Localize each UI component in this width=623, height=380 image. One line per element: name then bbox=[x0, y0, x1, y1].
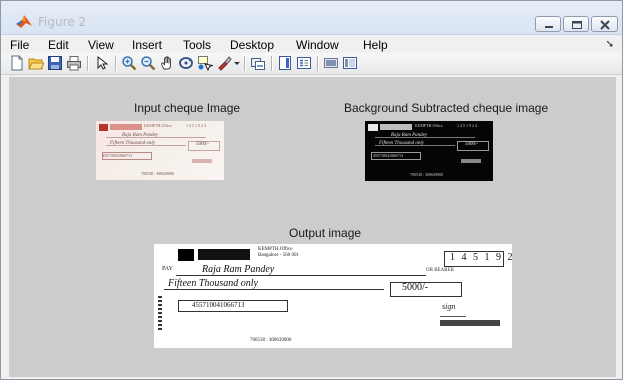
figure-canvas[interactable]: Input cheque Image KEMPTH.Office 1 4 5 1… bbox=[9, 77, 616, 377]
title-bar[interactable]: Figure 2 bbox=[1, 1, 622, 35]
matlab-logo-icon bbox=[15, 13, 33, 29]
toolbar-separator bbox=[271, 56, 273, 71]
menu-overflow-arrow-icon[interactable]: ➘ bbox=[606, 39, 614, 50]
save-figure-icon[interactable] bbox=[47, 55, 63, 71]
toolbar-separator bbox=[115, 56, 117, 71]
show-plot-tools-icon[interactable] bbox=[342, 55, 358, 71]
menu-bar: File Edit View Insert Tools Desktop Wind… bbox=[1, 35, 622, 53]
edit-plot-icon[interactable] bbox=[94, 55, 110, 71]
input-cheque-title: Input cheque Image bbox=[134, 101, 241, 115]
zoom-out-icon[interactable] bbox=[140, 55, 156, 71]
pan-icon[interactable] bbox=[159, 55, 175, 71]
rotate-3d-icon[interactable] bbox=[178, 55, 194, 71]
toolbar-separator bbox=[244, 56, 246, 71]
menu-view[interactable]: View bbox=[88, 38, 114, 52]
close-icon bbox=[600, 20, 610, 30]
minimize-icon bbox=[545, 26, 553, 28]
background-subtracted-title: Background Subtracted cheque image bbox=[344, 101, 549, 115]
menu-insert[interactable]: Insert bbox=[132, 38, 162, 52]
brush-icon[interactable] bbox=[216, 55, 232, 71]
open-file-icon[interactable] bbox=[28, 55, 45, 71]
new-figure-icon[interactable] bbox=[9, 55, 25, 71]
maximize-icon bbox=[572, 21, 582, 29]
output-image-title: Output image bbox=[289, 226, 362, 240]
figure-window: Figure 2 File Edit View Insert Tools Des… bbox=[0, 0, 623, 380]
bank-logo-icon bbox=[368, 124, 378, 131]
toolbar-separator bbox=[87, 56, 89, 71]
menu-tools[interactable]: Tools bbox=[183, 38, 211, 52]
output-image: KEMPTH.Office Bangalore - 560 001 1 4 5 … bbox=[154, 244, 512, 348]
hide-plot-tools-icon[interactable] bbox=[323, 55, 339, 71]
menu-window[interactable]: Window bbox=[296, 38, 339, 52]
print-figure-icon[interactable] bbox=[66, 55, 82, 71]
maximize-button[interactable] bbox=[563, 16, 589, 32]
bank-logo-icon bbox=[178, 249, 194, 261]
menu-desktop[interactable]: Desktop bbox=[230, 38, 274, 52]
minimize-button[interactable] bbox=[535, 16, 561, 32]
bank-logo-icon bbox=[99, 124, 108, 131]
menu-file[interactable]: File bbox=[10, 38, 29, 52]
window-title: Figure 2 bbox=[38, 15, 87, 29]
data-cursor-icon[interactable] bbox=[197, 55, 215, 72]
close-button[interactable] bbox=[591, 16, 618, 32]
toolbar-separator bbox=[317, 56, 319, 71]
zoom-in-icon[interactable] bbox=[121, 55, 137, 71]
brush-dropdown-icon[interactable] bbox=[233, 55, 241, 71]
link-plot-icon[interactable] bbox=[250, 55, 266, 71]
menu-edit[interactable]: Edit bbox=[48, 38, 69, 52]
insert-colorbar-icon[interactable] bbox=[277, 55, 293, 71]
menu-help[interactable]: Help bbox=[363, 38, 388, 52]
input-cheque-image: KEMPTH.Office 1 4 5 1 9 2 4 Raja Ram Pan… bbox=[96, 121, 224, 180]
background-subtracted-image: KEMPTH.Office 1 4 5 1 9 2 4 Raja Ram Pan… bbox=[365, 121, 493, 181]
figure-toolbar bbox=[1, 53, 622, 75]
insert-legend-icon[interactable] bbox=[296, 55, 312, 71]
